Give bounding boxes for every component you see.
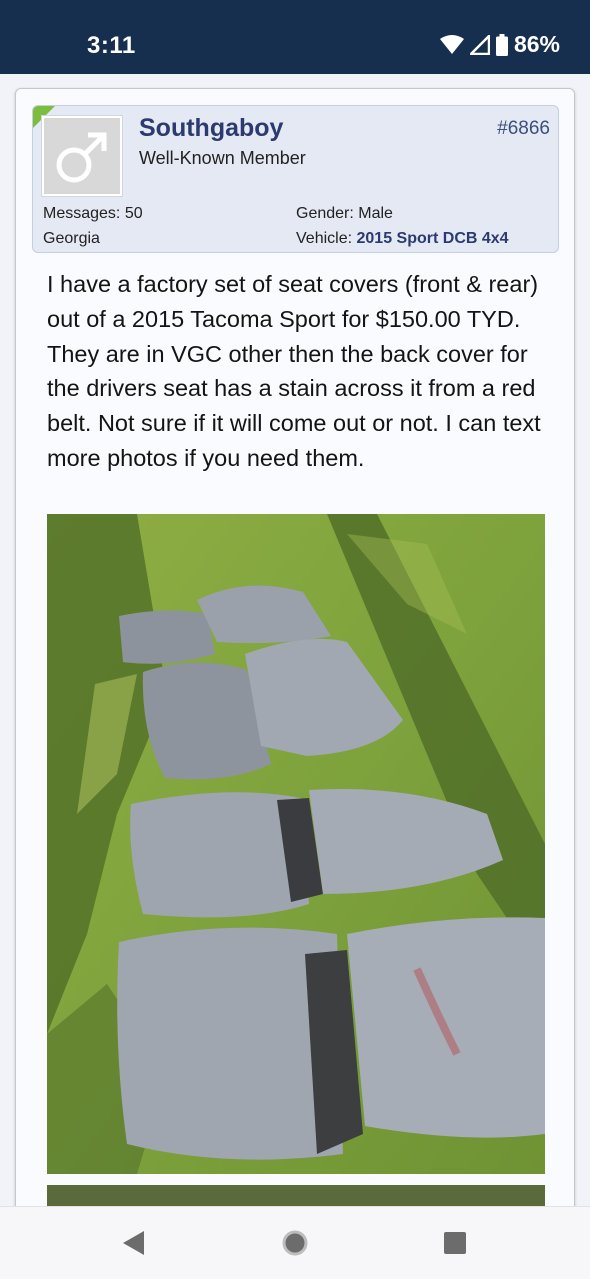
wifi-icon — [439, 34, 464, 54]
second-photo-partial[interactable] — [47, 1185, 545, 1206]
user-title: Well-Known Member — [139, 148, 306, 168]
vehicle-value: 2015 Sport DCB 4x4 — [356, 230, 509, 247]
post-card: Southgaboy Well-Known Member #6866 Messa… — [15, 88, 575, 1206]
status-icons: 86% — [439, 31, 560, 58]
gender-stat: Gender: Male — [296, 205, 393, 223]
vehicle-stat: Vehicle: 2015 Sport DCB 4x4 — [296, 230, 509, 248]
home-icon[interactable] — [281, 1229, 309, 1257]
vehicle-label: Vehicle: — [296, 230, 353, 247]
battery-percent: 86% — [513, 31, 560, 57]
username-link[interactable]: Southgaboy — [139, 114, 283, 143]
battery-icon — [495, 33, 508, 56]
post-number-link[interactable]: #6866 — [497, 118, 550, 140]
gender-label: Gender: — [296, 205, 354, 222]
seat-covers-photo-image — [47, 514, 545, 1174]
recents-icon[interactable] — [442, 1229, 468, 1257]
post-body-text: I have a factory set of seat covers (fro… — [47, 271, 541, 471]
messages-label: Messages: — [43, 205, 121, 222]
user-info-header: Southgaboy Well-Known Member #6866 Messa… — [32, 105, 559, 253]
location-value: Georgia — [43, 230, 100, 247]
signal-icon — [469, 34, 490, 55]
gender-value: Male — [358, 205, 393, 222]
avatar[interactable] — [42, 116, 122, 196]
status-bar: 3:11 86% — [0, 0, 590, 74]
status-time: 3:11 — [87, 32, 136, 59]
thread-content[interactable]: Southgaboy Well-Known Member #6866 Messa… — [0, 74, 590, 1206]
location-stat: Georgia — [43, 230, 100, 248]
male-symbol-icon — [56, 132, 107, 183]
seat-covers-photo[interactable] — [47, 514, 545, 1174]
back-icon[interactable] — [120, 1229, 146, 1257]
messages-value: 50 — [124, 205, 143, 222]
messages-stat: Messages: 50 — [43, 205, 143, 223]
android-nav-bar — [0, 1206, 590, 1279]
